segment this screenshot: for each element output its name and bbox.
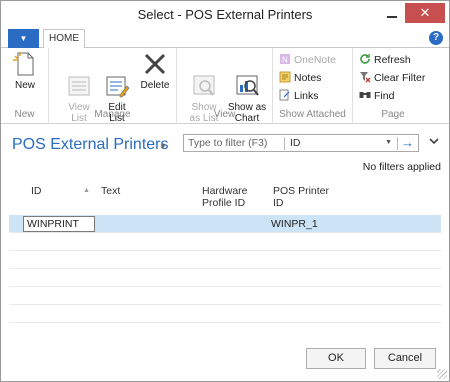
show-as-chart-icon: [234, 62, 260, 96]
help-icon[interactable]: ?: [429, 31, 443, 45]
svg-text:N: N: [282, 56, 288, 65]
onenote-button[interactable]: N OneNote: [279, 52, 336, 68]
column-header-hardware-profile-id[interactable]: Hardware Profile ID: [202, 185, 248, 209]
empty-row: [9, 269, 441, 287]
ribbon-tab-row: ▼ HOME ?: [1, 29, 449, 49]
group-label-manage: Manage: [94, 109, 131, 120]
links-icon: [279, 89, 291, 101]
new-button-label: New: [14, 80, 35, 91]
filter-divider-2: [397, 137, 398, 150]
find-label: Find: [374, 90, 395, 102]
data-grid: ID ▲ Text Hardware Profile ID POS Printe…: [9, 185, 441, 323]
sort-ascending-icon: ▲: [83, 187, 90, 194]
column-header-id[interactable]: ID: [31, 185, 42, 197]
notes-icon: [279, 71, 291, 83]
apply-filter-arrow-icon[interactable]: →: [401, 135, 414, 150]
column-header-text[interactable]: Text: [101, 185, 120, 197]
notes-label: Notes: [294, 72, 322, 84]
application-menu-button[interactable]: ▼: [8, 29, 39, 48]
clear-filter-icon: [359, 71, 371, 83]
new-button[interactable]: New: [9, 51, 41, 91]
cell-pos-printer-id[interactable]: WINPR_1: [271, 218, 318, 230]
ok-button[interactable]: OK: [306, 348, 366, 369]
show-as-list-icon: [191, 62, 217, 96]
group-label-page: Page: [381, 109, 405, 120]
tab-home[interactable]: HOME: [43, 29, 85, 49]
title-bar: Select - POS External Printers ✕: [1, 1, 449, 29]
close-button[interactable]: ✕: [405, 3, 445, 23]
cell-id[interactable]: WINPRINT: [23, 216, 95, 232]
delete-label: Delete: [140, 80, 170, 91]
clear-filter-label: Clear Filter: [374, 72, 426, 84]
ribbon-group-page: Refresh Clear Filter Find Page: [353, 48, 433, 124]
ribbon: New New View List Edit List Delete Manag…: [1, 48, 449, 124]
delete-button[interactable]: Delete: [137, 51, 173, 91]
group-label-new: New: [14, 109, 35, 120]
notes-button[interactable]: Notes: [279, 70, 321, 86]
filter-input[interactable]: Type to filter (F3): [188, 137, 267, 149]
onenote-label: OneNote: [294, 54, 337, 66]
onenote-icon: N: [279, 53, 291, 65]
chevron-down-icon[interactable]: ▼: [159, 142, 167, 151]
ribbon-group-view: Show as List Show as Chart View: [177, 48, 273, 124]
table-row[interactable]: WINPRINT WINPR_1: [9, 215, 441, 233]
filter-field-select[interactable]: ID: [290, 137, 301, 149]
empty-row: [9, 233, 441, 251]
links-label: Links: [294, 90, 319, 102]
filter-status: No filters applied: [362, 161, 441, 173]
edit-list-icon: [104, 62, 130, 98]
minimize-button[interactable]: [381, 5, 403, 23]
find-icon: [359, 89, 371, 101]
empty-row: [9, 287, 441, 305]
clear-filter-button[interactable]: Clear Filter: [359, 70, 425, 86]
refresh-button[interactable]: Refresh: [359, 52, 411, 68]
column-header-pos-printer-id[interactable]: POS Printer ID: [273, 185, 329, 209]
filter-box: Type to filter (F3) ID ▼ →: [183, 134, 419, 152]
collapse-chevron-icon[interactable]: [429, 137, 439, 148]
new-document-icon: [12, 51, 38, 77]
refresh-label: Refresh: [374, 54, 411, 66]
cancel-button[interactable]: Cancel: [374, 348, 436, 369]
links-button[interactable]: Links: [279, 88, 319, 104]
delete-icon: [142, 51, 168, 77]
dialog-window: Select - POS External Printers ✕ ▼ HOME …: [0, 0, 450, 382]
group-label-view: View: [213, 109, 236, 120]
empty-row: [9, 251, 441, 269]
refresh-icon: [359, 53, 371, 65]
empty-row: [9, 305, 441, 323]
ribbon-group-manage: View List Edit List Delete Manage: [49, 48, 177, 124]
view-list-icon: [66, 62, 92, 96]
page-title[interactable]: POS External Printers: [12, 136, 169, 154]
ribbon-group-show-attached: N OneNote Notes Links Show Attached: [273, 48, 353, 124]
filter-field-dropdown-icon[interactable]: ▼: [385, 139, 392, 146]
group-label-show-attached: Show Attached: [279, 109, 346, 120]
grid-header: ID ▲ Text Hardware Profile ID POS Printe…: [9, 185, 441, 213]
find-button[interactable]: Find: [359, 88, 394, 104]
ribbon-group-new: New New: [1, 48, 49, 124]
resize-grip-icon[interactable]: [437, 369, 447, 379]
filter-divider: [284, 137, 285, 150]
